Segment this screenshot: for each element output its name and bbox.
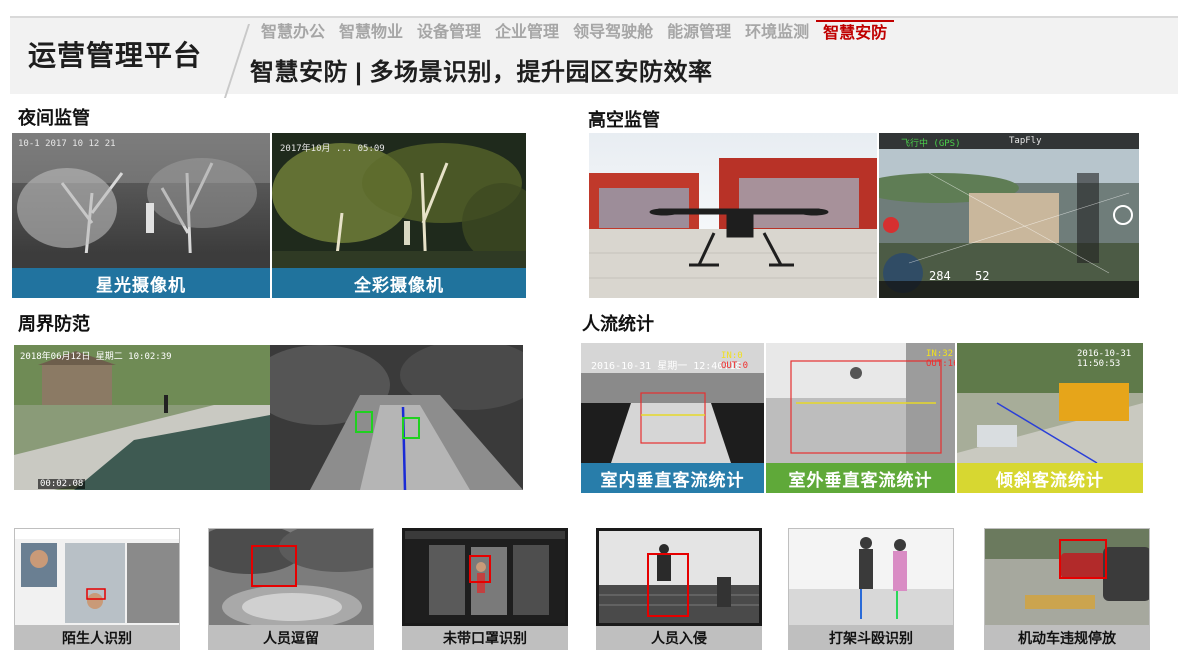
perimeter-timestamp: 2018年06月12日 星期二 10:02:39 bbox=[20, 352, 172, 362]
indoor-flow-caption-text: 室内垂直客流统计 bbox=[600, 470, 745, 490]
scenario-no-mask[interactable]: 未带口罩识别 bbox=[402, 528, 568, 650]
oblique-flow-caption-text: 倾斜客流统计 bbox=[996, 470, 1104, 490]
section-title-flow: 人流统计 bbox=[582, 314, 654, 334]
perimeter-timecode: 00:02.08 bbox=[38, 479, 86, 489]
thermal-perimeter-feed[interactable] bbox=[270, 345, 523, 490]
thermal-scene bbox=[270, 345, 523, 490]
fullcolor-caption: 全彩摄像机 bbox=[272, 268, 526, 298]
starlight-caption-text: 星光摄像机 bbox=[96, 275, 186, 295]
tab-smart-office[interactable]: 智慧办公 bbox=[254, 20, 332, 46]
section-title-night: 夜间监管 bbox=[18, 108, 90, 128]
outdoor-flow-caption: 室外垂直客流统计 bbox=[766, 463, 955, 493]
drone-hud-view[interactable]: 飞行中 (GPS) TapFly 284 52 bbox=[879, 133, 1139, 298]
face-id-icon bbox=[15, 529, 179, 625]
header-accent-line bbox=[10, 16, 1178, 18]
drone-scene bbox=[589, 133, 877, 298]
scenario-intrusion[interactable]: 人员入侵 bbox=[596, 528, 762, 650]
platform-title: 运营管理平台 bbox=[28, 40, 203, 71]
no-mask-thumb bbox=[402, 528, 568, 626]
outdoor-flow-caption-text: 室外垂直客流统计 bbox=[788, 470, 933, 490]
indoor-flow-caption: 室内垂直客流统计 bbox=[581, 463, 764, 493]
header-divider bbox=[223, 24, 251, 98]
starlight-timestamp: 10-1 2017 10 12 21 bbox=[18, 139, 116, 149]
starlight-camera-feed[interactable]: 10-1 2017 10 12 21 星光摄像机 bbox=[12, 133, 270, 298]
parking-thumb bbox=[984, 528, 1150, 626]
scenario-label: 陌生人识别 bbox=[14, 626, 180, 650]
intrusion-detection-box bbox=[647, 553, 689, 617]
drone-hud-scene bbox=[879, 133, 1139, 298]
loiter-detection-box bbox=[251, 545, 297, 587]
scenario-fighting[interactable]: 打架斗殴识别 bbox=[788, 528, 954, 650]
indoor-flow-in: IN:0 bbox=[721, 351, 743, 361]
drone-flight-mode: 飞行中 (GPS) bbox=[901, 139, 961, 149]
module-tabs: 智慧办公 智慧物业 设备管理 企业管理 领导驾驶舱 能源管理 环境监测 智慧安防 bbox=[254, 20, 895, 46]
scenario-label: 未带口罩识别 bbox=[402, 626, 568, 650]
indoor-vertical-flow-feed[interactable]: 2016-10-31 星期一 12:40:18 IN:0 OUT:0 室内垂直客… bbox=[581, 343, 764, 493]
tab-enterprise-management[interactable]: 企业管理 bbox=[488, 20, 566, 46]
indoor-flow-out: OUT:0 bbox=[721, 361, 749, 371]
outdoor-flow-out: OUT:16 bbox=[926, 359, 955, 369]
drone-height: 52 bbox=[975, 269, 990, 283]
tab-leader-cockpit[interactable]: 领导驾驶舱 bbox=[566, 20, 660, 46]
mask-detection-box bbox=[469, 555, 491, 583]
loitering-thumb bbox=[208, 528, 374, 626]
scenario-label: 人员逗留 bbox=[208, 626, 374, 650]
drone-photo bbox=[589, 133, 877, 298]
tab-device-management[interactable]: 设备管理 bbox=[410, 20, 488, 46]
drone-app-name: TapFly bbox=[1009, 136, 1042, 146]
fighting-thumb bbox=[788, 528, 954, 626]
tab-environment-monitoring[interactable]: 环境监测 bbox=[738, 20, 816, 46]
tab-smart-property[interactable]: 智慧物业 bbox=[332, 20, 410, 46]
scenario-stranger-recognition[interactable]: 陌生人识别 bbox=[14, 528, 180, 650]
fullcolor-caption-text: 全彩摄像机 bbox=[354, 275, 444, 295]
perimeter-scene bbox=[14, 345, 270, 490]
parking-detection-box bbox=[1059, 539, 1107, 579]
intrusion-thumb bbox=[596, 528, 762, 626]
tab-smart-security[interactable]: 智慧安防 bbox=[816, 20, 895, 46]
section-title-aerial: 高空监管 bbox=[588, 110, 660, 130]
starlight-caption: 星光摄像机 bbox=[12, 268, 270, 298]
oblique-flow-feed[interactable]: 2016-10-31 11:50:53 倾斜客流统计 bbox=[957, 343, 1143, 493]
oblique-flow-caption: 倾斜客流统计 bbox=[957, 463, 1143, 493]
outdoor-vertical-flow-feed[interactable]: IN:32 OUT:16 室外垂直客流统计 bbox=[766, 343, 955, 493]
outdoor-flow-in: IN:32 bbox=[926, 349, 954, 359]
fight-icon bbox=[789, 529, 953, 625]
scenario-label: 打架斗殴识别 bbox=[788, 626, 954, 650]
indoor-flow-timestamp: 2016-10-31 星期一 12:40:18 bbox=[591, 361, 742, 372]
fullcolor-camera-feed[interactable]: 2017年10月 ... 05:09 全彩摄像机 bbox=[272, 133, 526, 298]
stranger-thumb bbox=[14, 528, 180, 626]
page-header: 运营管理平台 智慧办公 智慧物业 设备管理 企业管理 领导驾驶舱 能源管理 环境… bbox=[10, 16, 1178, 98]
scenario-loitering[interactable]: 人员逗留 bbox=[208, 528, 374, 650]
page-subtitle: 智慧安防 | 多场景识别，提升园区安防效率 bbox=[250, 59, 713, 86]
section-title-perimeter: 周界防范 bbox=[18, 314, 90, 334]
scenario-label: 机动车违规停放 bbox=[984, 626, 1150, 650]
scenario-label: 人员入侵 bbox=[596, 626, 762, 650]
perimeter-camera-feed[interactable]: 2018年06月12日 星期二 10:02:39 00:02.08 bbox=[14, 345, 270, 490]
drone-distance: 284 bbox=[929, 269, 951, 283]
scenario-illegal-parking[interactable]: 机动车违规停放 bbox=[984, 528, 1150, 650]
fullcolor-timestamp: 2017年10月 ... 05:09 bbox=[280, 144, 385, 154]
tab-energy-management[interactable]: 能源管理 bbox=[660, 20, 738, 46]
oblique-flow-timestamp: 2016-10-31 11:50:53 bbox=[1077, 349, 1132, 369]
